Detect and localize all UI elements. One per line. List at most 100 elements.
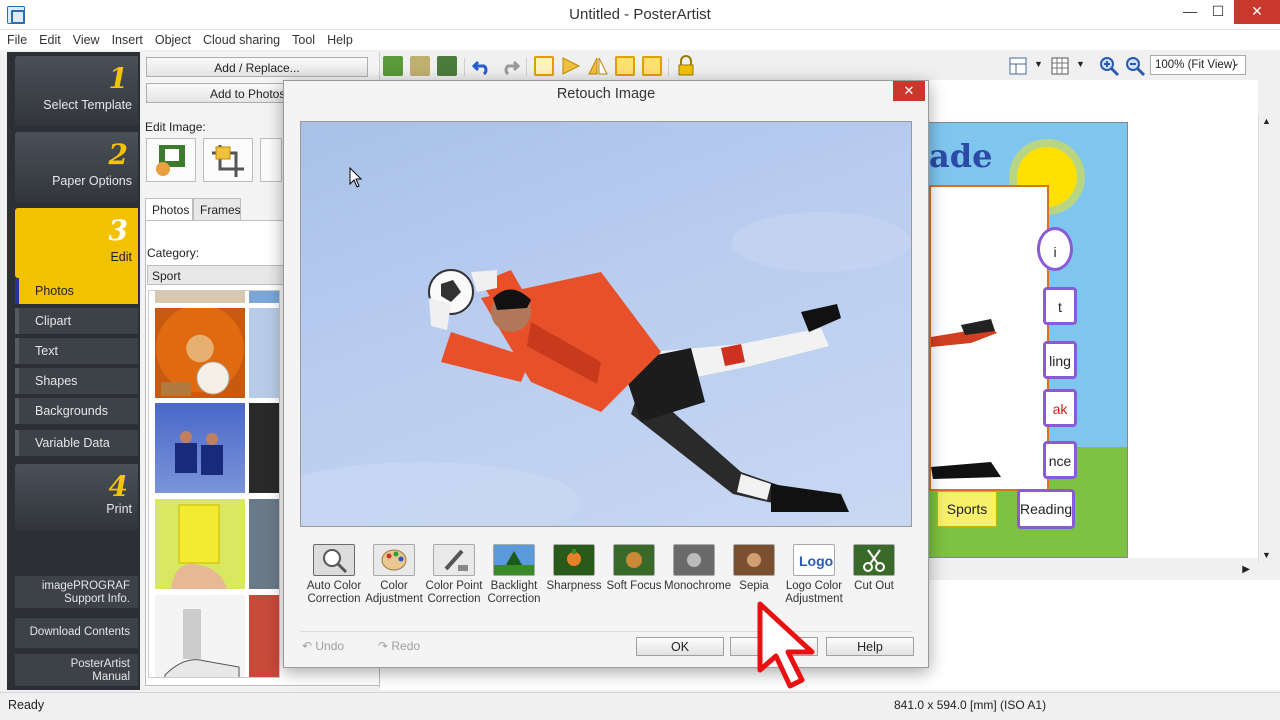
dialog-close-button[interactable]: ✕ [893, 81, 925, 101]
grid-icon[interactable] [1050, 56, 1070, 76]
menu-cloud-sharing[interactable]: Cloud sharing [197, 30, 286, 47]
poster-label-t[interactable]: t [1043, 287, 1077, 325]
color-adjustment-tool[interactable]: Color Adjustment [364, 544, 424, 606]
help-button[interactable]: Help [826, 637, 914, 656]
sidebar-item-text[interactable]: Text [15, 338, 138, 364]
ungroup-icon[interactable] [642, 56, 662, 76]
sepia-tool[interactable]: Sepia [724, 544, 784, 593]
manual-line-2: Manual [92, 671, 130, 683]
players-photo [175, 431, 223, 475]
menu-file[interactable]: File [0, 30, 33, 47]
photo-thumbnail[interactable] [155, 308, 245, 398]
sidebar-item-backgrounds[interactable]: Backgrounds [15, 398, 138, 424]
chevron-down-icon: ⌄ [1231, 58, 1240, 69]
menu-help[interactable]: Help [321, 30, 359, 47]
crop-tool[interactable] [203, 138, 253, 182]
poster-photo-frame[interactable] [929, 185, 1049, 491]
align-left-icon[interactable] [534, 56, 554, 76]
menu-object[interactable]: Object [149, 30, 197, 47]
poster-label-nce[interactable]: nce [1043, 441, 1077, 479]
redo-button[interactable]: ↷ Redo [378, 639, 420, 653]
undo-icon[interactable] [472, 56, 492, 76]
menu-edit[interactable]: Edit [33, 30, 67, 47]
close-window-button[interactable]: ✕ [1234, 0, 1280, 24]
menu-insert[interactable]: Insert [106, 30, 149, 47]
tab-photos[interactable]: Photos [145, 198, 193, 221]
tool-label-line2: Adjustment [365, 593, 423, 605]
chevron-down-icon[interactable]: ▼ [1034, 59, 1043, 69]
photo-thumbnail[interactable] [155, 595, 245, 677]
image-tool-icon[interactable] [383, 56, 403, 76]
redo-label: Redo [391, 639, 421, 653]
soft-focus-icon [613, 544, 655, 576]
manual-button[interactable]: PosterArtist Manual [15, 654, 138, 686]
layout-icon[interactable] [1008, 56, 1028, 76]
redo-icon[interactable] [500, 56, 520, 76]
poster-sports-label[interactable]: Sports [937, 491, 997, 527]
sidebar-item-variable-data[interactable]: Variable Data [15, 430, 138, 456]
poster-label-ling[interactable]: ling [1043, 341, 1077, 379]
photo-thumbnail[interactable] [249, 308, 279, 398]
menu-tool[interactable]: Tool [286, 30, 321, 47]
arrange-icon[interactable] [561, 56, 581, 76]
sepia-icon [733, 544, 775, 576]
support-info-button[interactable]: imagePROGRAF Support Info. [15, 576, 138, 608]
monochrome-tool[interactable]: Monochrome [664, 544, 731, 593]
poster-label-i[interactable]: i [1037, 227, 1073, 271]
photo-thumbnail[interactable] [155, 499, 245, 589]
scroll-down-icon[interactable]: ▼ [1262, 550, 1271, 560]
tab-frames[interactable]: Frames [193, 198, 241, 220]
photo-thumbnail[interactable] [249, 291, 279, 303]
soft-focus-tool[interactable]: Soft Focus [604, 544, 664, 593]
chevron-down-icon[interactable]: ▼ [1076, 59, 1085, 69]
flip-icon[interactable] [588, 56, 608, 76]
color-point-correction-tool[interactable]: Color Point Correction [424, 544, 484, 606]
step-select-template[interactable]: 1 Select Template [15, 56, 138, 126]
auto-color-correction-tool[interactable]: Auto Color Correction [304, 544, 364, 606]
scroll-up-icon[interactable]: ▲ [1262, 116, 1271, 126]
photo-thumbnail[interactable] [249, 499, 279, 589]
backlight-correction-tool[interactable]: Backlight Correction [484, 544, 544, 606]
menu-view[interactable]: View [67, 30, 106, 47]
step-label: Edit [110, 250, 132, 264]
photo-thumbnail[interactable] [155, 291, 245, 303]
vertical-scrollbar[interactable]: ▲ ▼ [1258, 114, 1274, 562]
document-icon[interactable] [410, 56, 430, 76]
photo-thumbnail[interactable] [249, 595, 279, 677]
scroll-right-icon[interactable]: ▶ [1242, 564, 1250, 575]
zoom-select[interactable]: 100% (Fit View) ⌄ [1150, 55, 1246, 75]
maximize-button[interactable]: ☐ [1200, 0, 1236, 24]
lock-icon[interactable] [677, 55, 695, 77]
sidebar-item-photos[interactable]: Photos [15, 278, 138, 304]
tool-label: Sharpness [546, 580, 602, 592]
poster-label-ak[interactable]: ak [1043, 389, 1077, 427]
sidebar-item-shapes[interactable]: Shapes [15, 368, 138, 394]
sharpness-tool[interactable]: Sharpness [544, 544, 604, 593]
cut-out-tool[interactable]: Cut Out [844, 544, 904, 593]
download-contents-button[interactable]: Download Contents [15, 618, 138, 648]
zoom-value: 100% (Fit View) [1155, 59, 1236, 71]
ok-button[interactable]: OK [636, 637, 724, 656]
step-print[interactable]: 4 Print [15, 464, 138, 530]
undo-icon: ↶ [302, 639, 316, 653]
zoom-out-icon[interactable] [1124, 55, 1146, 77]
add-replace-button[interactable]: Add / Replace... [146, 57, 368, 77]
step-edit[interactable]: 3 Edit [15, 208, 138, 278]
tool-label: Color Point [425, 580, 483, 592]
sidebar-item-clipart[interactable]: Clipart [15, 308, 138, 334]
group-icon[interactable] [615, 56, 635, 76]
poster-reading-label[interactable]: Reading [1017, 489, 1075, 529]
sharpness-icon [553, 544, 595, 576]
image-effect-icon[interactable] [437, 56, 457, 76]
logo-color-adjustment-tool[interactable]: Logo Logo Color Adjustment [784, 544, 844, 606]
photo-thumbnail[interactable] [155, 403, 245, 493]
zoom-in-icon[interactable] [1098, 55, 1120, 77]
undo-button[interactable]: ↶ Undo [302, 639, 344, 653]
poster-preview[interactable]: ade i t ling ak nce Sports Reading [928, 122, 1128, 558]
retouch-image-tool[interactable] [146, 138, 196, 182]
edit-tool-more[interactable] [260, 138, 282, 182]
poster-title-fragment: ade [929, 137, 993, 175]
category-label: Category: [147, 246, 200, 260]
photo-thumbnail[interactable] [249, 403, 279, 493]
step-paper-options[interactable]: 2 Paper Options [15, 132, 138, 202]
